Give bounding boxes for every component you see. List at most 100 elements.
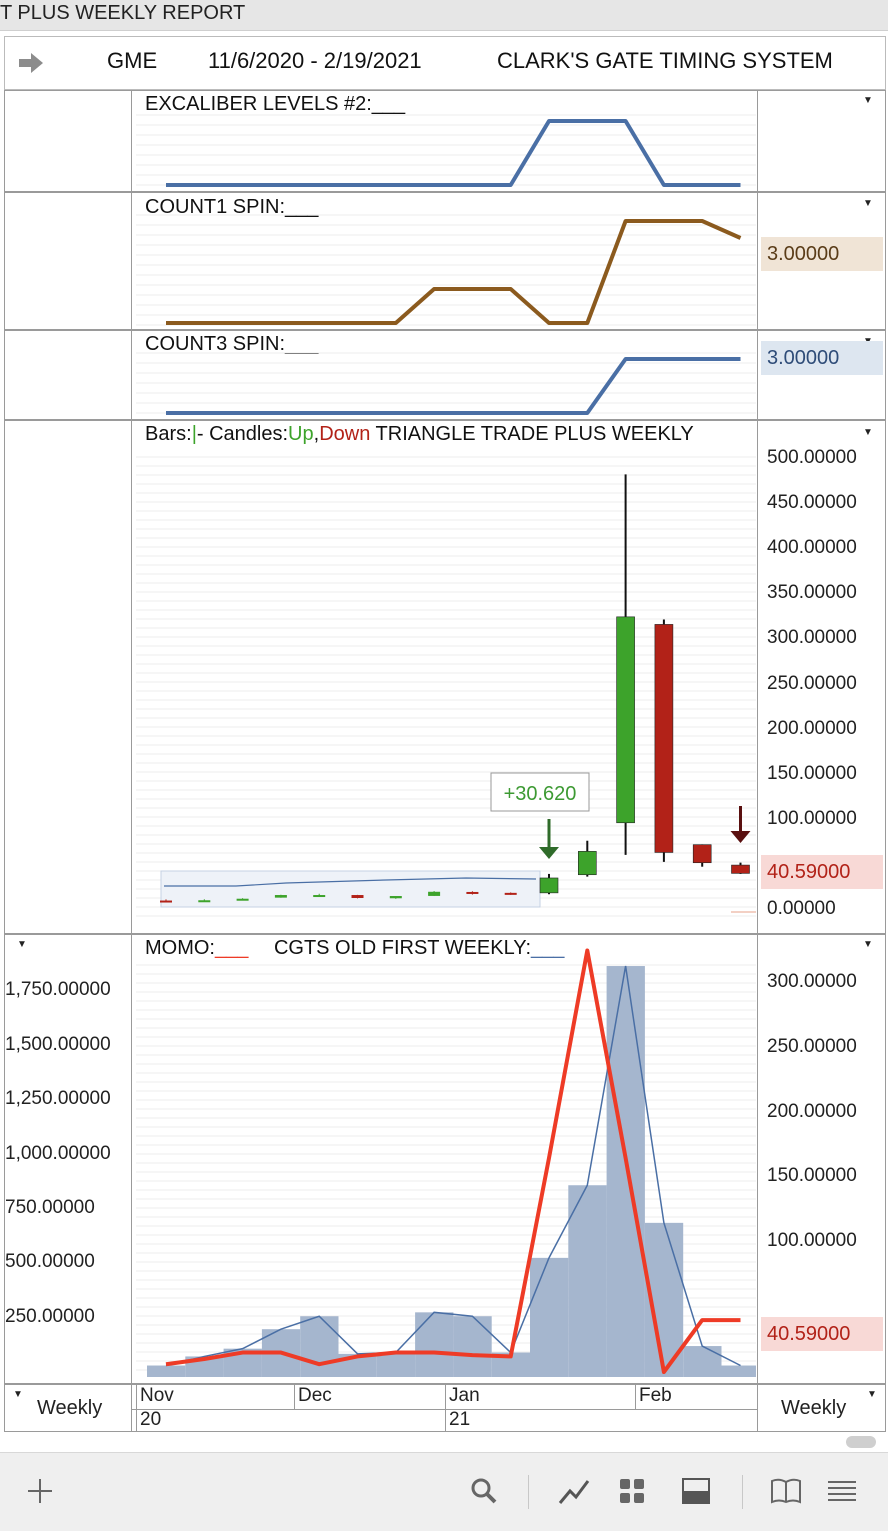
excaliber-panel: EXCALIBER LEVELS #2:___ ▼ [4,90,886,192]
count1-value-badge: 3.00000 [761,237,883,271]
year-label: 21 [449,1409,471,1430]
menu-icon[interactable] [822,1471,862,1511]
count1-plot [136,214,756,326]
candle-body [389,896,402,899]
candle-body [692,844,712,864]
candle-body [654,624,674,853]
momo-plot [136,948,756,1377]
y-tick-label: 100.00000 [767,807,857,829]
histogram-bar [721,1365,756,1377]
count1-panel: COUNT1 SPIN:___ ▼ 3.00000 [4,192,886,330]
candle-body [236,898,249,901]
time-axis: ▼ Weekly Nov Dec Jan Feb 20 21 Weekly ▼ [4,1384,886,1432]
y-tick-label: 150.00000 [767,762,857,784]
plus-icon[interactable] [20,1471,60,1511]
candle-body [351,895,364,899]
histogram-bar [606,966,645,1377]
candlestick-plot: +30.620 [136,456,756,917]
histogram-bar [376,1352,416,1377]
left-y-tick-label: 500.00000 [5,1251,95,1273]
histogram-bar [568,1185,607,1377]
search-icon[interactable] [464,1471,504,1511]
series-line [166,357,741,415]
count3-panel: COUNT3 SPIN:___ ▼ 3.00000 [4,330,886,420]
month-tick [294,1385,295,1409]
right-y-tick-label: 100.00000 [767,1230,857,1252]
chevron-down-icon[interactable]: ▼ [863,198,873,209]
series-line [166,219,742,325]
y-tick-label: 200.00000 [767,717,857,739]
candle-body [504,892,517,895]
left-y-tick-label: 1,500.00000 [5,1033,111,1055]
histogram-bar [415,1312,454,1377]
momo-panel: ▼ MOMO:___ CGTS OLD FIRST WEEKLY:___ ▼ 1… [4,934,886,1384]
candle-body [198,900,211,903]
month-label: Dec [298,1385,332,1406]
right-y-tick-label: 250.00000 [767,1035,857,1057]
y-tick-label: 450.00000 [767,492,857,514]
right-arrow-icon[interactable] [17,51,45,75]
month-tick [136,1385,137,1431]
year-label: 20 [140,1409,162,1430]
window-titlebar: T PLUS WEEKLY REPORT [0,0,888,31]
candle-body [731,864,750,874]
candle-body [428,891,441,896]
trade-label: +30.620 [504,783,577,805]
chart-header: GME 11/6/2020 - 2/19/2021 CLARK'S GATE T… [4,36,886,90]
count3-value-badge: 3.00000 [761,341,883,375]
book-icon[interactable] [766,1471,806,1511]
chevron-down-icon[interactable]: ▼ [863,939,873,950]
momo-value-badge: 40.59000 [761,1317,883,1351]
candle-body [577,851,597,876]
bottom-toolbar [0,1452,888,1531]
price-panel: Bars:|- Candles:Up,Down TRIANGLE TRADE P… [4,420,886,934]
candle-body [616,616,635,824]
y-tick-label: 300.00000 [767,627,857,649]
window-title: T PLUS WEEKLY REPORT [0,2,246,24]
y-tick-label: 350.00000 [767,582,857,604]
right-y-tick-label: 150.00000 [767,1165,857,1187]
month-tick [445,1385,446,1431]
chevron-down-icon[interactable]: ▼ [863,95,873,106]
candle-body [313,895,326,898]
histogram-bar [683,1346,722,1377]
period-left[interactable]: Weekly [37,1397,102,1420]
date-range-label: 11/6/2020 - 2/19/2021 [208,48,422,73]
range-box [160,870,541,908]
candle-body [466,891,479,894]
chevron-down-icon[interactable]: ▼ [17,939,27,950]
candle-body [274,895,287,898]
chevron-down-icon[interactable]: ▼ [13,1389,23,1400]
y-tick-label: 400.00000 [767,537,857,559]
month-label: Feb [639,1385,672,1406]
symbol-label: GME [107,48,158,73]
right-y-tick-label: 200.00000 [767,1100,857,1122]
last-price-badge: 40.59000 [761,855,883,889]
right-y-tick-label: 300.00000 [767,970,857,992]
panel-layout-icon[interactable] [676,1471,716,1511]
histogram-bar [147,1365,186,1377]
candle-body [160,900,172,903]
left-y-tick-label: 750.00000 [5,1196,95,1218]
month-label: Jan [449,1385,480,1406]
candle-body [539,877,559,894]
system-label: CLARK'S GATE TIMING SYSTEM [497,48,833,73]
grid-icon[interactable] [612,1471,652,1511]
left-y-tick-label: 250.00000 [5,1305,95,1327]
period-right[interactable]: Weekly [781,1397,846,1420]
left-y-tick-label: 1,750.00000 [5,979,111,1001]
scroll-indicator[interactable] [846,1436,876,1448]
chevron-down-icon[interactable]: ▼ [867,1389,877,1400]
y-tick-label: 0.00000 [767,898,836,919]
left-y-tick-label: 1,250.00000 [5,1088,111,1110]
y-tick-label: 500.00000 [767,447,857,468]
month-tick [635,1385,636,1409]
count3-plot [136,352,756,415]
chart-line-icon[interactable] [554,1471,594,1511]
chevron-down-icon[interactable]: ▼ [863,427,873,438]
sell-arrow-head [730,831,751,843]
excaliber-plot [136,114,756,187]
left-y-tick-label: 1,000.00000 [5,1142,111,1164]
histogram-bar [530,1257,569,1377]
histogram-bar [453,1316,492,1377]
